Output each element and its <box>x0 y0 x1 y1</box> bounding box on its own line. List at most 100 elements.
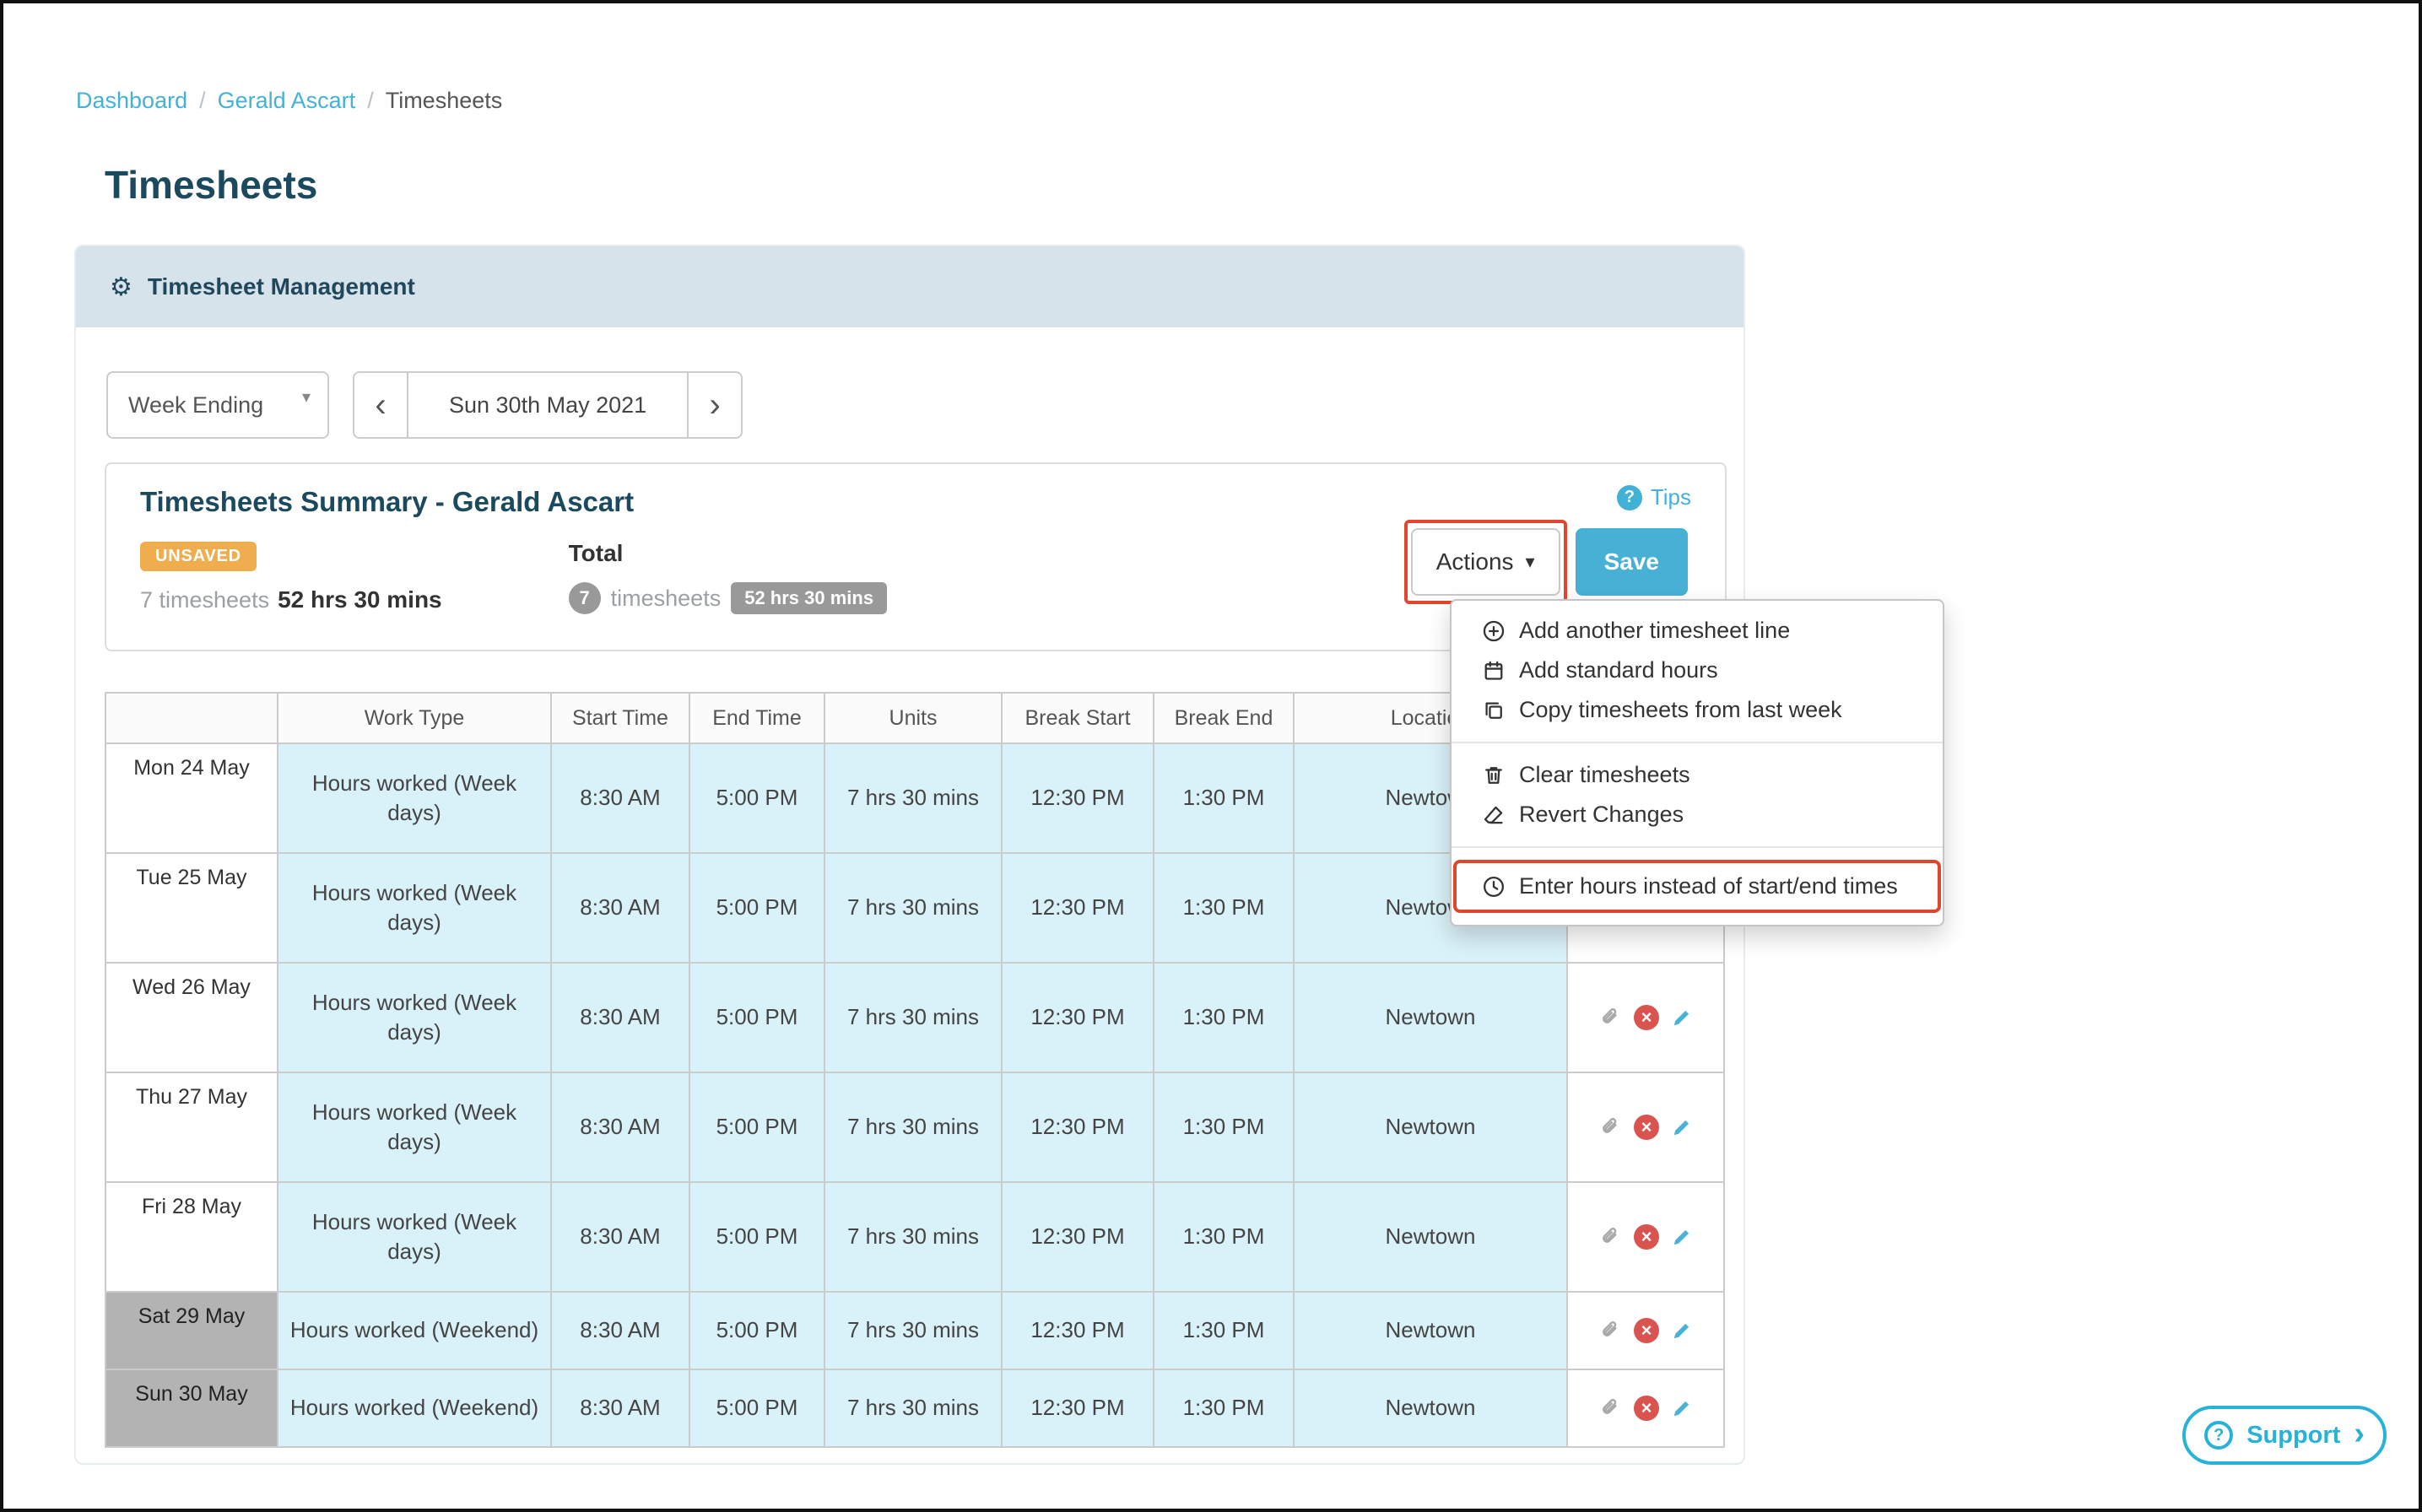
timesheet-cell[interactable]: 7 hrs 30 mins <box>825 1073 1003 1183</box>
timesheet-cell[interactable]: 5:00 PM <box>690 1370 825 1448</box>
timesheet-cell[interactable]: 12:30 PM <box>1003 1370 1154 1448</box>
breadcrumb-separator: / <box>199 88 206 114</box>
timesheet-cell[interactable]: Hours worked (Week days) <box>278 744 552 854</box>
timesheet-cell[interactable]: 5:00 PM <box>690 964 825 1073</box>
breadcrumb-employee-link[interactable]: Gerald Ascart <box>218 88 356 114</box>
timesheet-cell[interactable]: 1:30 PM <box>1154 1370 1295 1448</box>
timesheet-cell[interactable]: 1:30 PM <box>1154 854 1295 964</box>
plus-circle-icon <box>1482 619 1506 643</box>
table-row: Thu 27 MayHours worked (Week days)8:30 A… <box>106 1073 1725 1183</box>
column-header: End Time <box>690 694 825 744</box>
breadcrumb-separator: / <box>367 88 374 114</box>
timesheet-cell[interactable]: 12:30 PM <box>1003 1183 1154 1293</box>
question-circle-icon: ? <box>1617 485 1642 510</box>
timesheet-cell[interactable]: 8:30 AM <box>552 1370 690 1448</box>
panel-header: ⚙ Timesheet Management <box>76 246 1744 327</box>
timesheet-cell[interactable]: 7 hrs 30 mins <box>825 1183 1003 1293</box>
delete-row-icon[interactable]: × <box>1634 1224 1659 1250</box>
actions-button[interactable]: Actions ▾ <box>1411 528 1560 596</box>
timesheet-cell[interactable]: Newtown <box>1295 1073 1568 1183</box>
timesheet-cell[interactable]: 8:30 AM <box>552 1183 690 1293</box>
timesheet-cell[interactable]: Newtown <box>1295 1370 1568 1448</box>
week-ending-date[interactable]: Sun 30th May 2021 <box>407 371 689 439</box>
row-actions-cell: × <box>1568 1293 1725 1370</box>
menu-item[interactable]: Add standard hours <box>1452 651 1943 690</box>
table-row: Fri 28 MayHours worked (Week days)8:30 A… <box>106 1183 1725 1293</box>
edit-pencil-icon[interactable] <box>1671 1397 1693 1419</box>
timesheet-cell[interactable]: Newtown <box>1295 1293 1568 1370</box>
delete-row-icon[interactable]: × <box>1634 1115 1659 1140</box>
total-summary: Total 7 timesheets 52 hrs 30 mins <box>569 537 887 614</box>
menu-item[interactable]: Enter hours instead of start/end times <box>1457 873 1938 899</box>
timesheet-cell[interactable]: 1:30 PM <box>1154 1073 1295 1183</box>
column-header: Start Time <box>552 694 690 744</box>
timesheet-cell[interactable]: Hours worked (Weekend) <box>278 1293 552 1370</box>
timesheet-cell[interactable]: 5:00 PM <box>690 854 825 964</box>
timesheet-cell[interactable]: 8:30 AM <box>552 1293 690 1370</box>
timesheet-cell[interactable]: 1:30 PM <box>1154 964 1295 1073</box>
delete-row-icon[interactable]: × <box>1634 1396 1659 1421</box>
column-header: Work Type <box>278 694 552 744</box>
timesheet-cell[interactable]: 5:00 PM <box>690 744 825 854</box>
timesheet-cell[interactable]: 8:30 AM <box>552 1073 690 1183</box>
copy-icon <box>1482 699 1506 722</box>
save-button[interactable]: Save <box>1576 528 1688 596</box>
table-row: Wed 26 MayHours worked (Week days)8:30 A… <box>106 964 1725 1073</box>
timesheet-cell[interactable]: Newtown <box>1295 964 1568 1073</box>
menu-divider <box>1452 742 1943 743</box>
tips-link[interactable]: ? Tips <box>1617 484 1691 510</box>
timesheet-cell[interactable]: 12:30 PM <box>1003 744 1154 854</box>
timesheet-cell[interactable]: 12:30 PM <box>1003 964 1154 1073</box>
total-count-badge: 7 <box>569 582 601 614</box>
timesheet-cell[interactable]: Hours worked (Weekend) <box>278 1370 552 1448</box>
timesheet-cell[interactable]: 7 hrs 30 mins <box>825 964 1003 1073</box>
timesheet-cell[interactable]: 8:30 AM <box>552 854 690 964</box>
timesheet-cell[interactable]: 8:30 AM <box>552 964 690 1073</box>
timesheet-cell[interactable]: 5:00 PM <box>690 1183 825 1293</box>
next-week-button[interactable]: › <box>689 371 743 439</box>
edit-pencil-icon[interactable] <box>1671 1116 1693 1138</box>
menu-item[interactable]: Add another timesheet line <box>1452 611 1943 651</box>
day-cell: Mon 24 May <box>106 744 278 854</box>
edit-pencil-icon[interactable] <box>1671 1320 1693 1342</box>
timesheet-cell[interactable]: 7 hrs 30 mins <box>825 1370 1003 1448</box>
delete-row-icon[interactable]: × <box>1634 1005 1659 1030</box>
row-actions-cell: × <box>1568 1073 1725 1183</box>
timesheet-cell[interactable]: 1:30 PM <box>1154 1293 1295 1370</box>
week-ending-select[interactable]: Week Ending ▾ <box>106 371 329 439</box>
timesheet-cell[interactable]: 12:30 PM <box>1003 1293 1154 1370</box>
table-row: Sun 30 MayHours worked (Weekend)8:30 AM5… <box>106 1370 1725 1448</box>
timesheet-cell[interactable]: Hours worked (Week days) <box>278 1073 552 1183</box>
timesheet-cell[interactable]: 1:30 PM <box>1154 744 1295 854</box>
calendar-icon <box>1482 659 1506 683</box>
delete-row-icon[interactable]: × <box>1634 1318 1659 1343</box>
menu-item[interactable]: Copy timesheets from last week <box>1452 690 1943 730</box>
menu-item-label: Add another timesheet line <box>1519 618 1790 644</box>
timesheet-cell[interactable]: 7 hrs 30 mins <box>825 854 1003 964</box>
edit-pencil-icon[interactable] <box>1671 1007 1693 1029</box>
timesheet-cell[interactable]: 8:30 AM <box>552 744 690 854</box>
column-header: Break End <box>1154 694 1295 744</box>
previous-week-button[interactable]: ‹ <box>353 371 407 439</box>
timesheet-cell[interactable]: 7 hrs 30 mins <box>825 1293 1003 1370</box>
day-cell: Wed 26 May <box>106 964 278 1073</box>
timesheet-cell[interactable]: Hours worked (Week days) <box>278 964 552 1073</box>
question-circle-icon: ? <box>2204 1421 2233 1450</box>
timesheet-cell[interactable]: Newtown <box>1295 1183 1568 1293</box>
timesheet-cell[interactable]: 12:30 PM <box>1003 854 1154 964</box>
timesheet-cell[interactable]: 5:00 PM <box>690 1293 825 1370</box>
timesheet-cell[interactable]: Hours worked (Week days) <box>278 854 552 964</box>
timesheet-cell[interactable]: 12:30 PM <box>1003 1073 1154 1183</box>
support-button[interactable]: ? Support › <box>2182 1406 2387 1465</box>
edit-pencil-icon[interactable] <box>1671 1226 1693 1248</box>
timesheet-cell[interactable]: 7 hrs 30 mins <box>825 744 1003 854</box>
menu-item[interactable]: Clear timesheets <box>1452 755 1943 795</box>
column-header: Break Start <box>1003 694 1154 744</box>
week-ending-label: Week Ending <box>128 392 263 418</box>
timesheet-cell[interactable]: 5:00 PM <box>690 1073 825 1183</box>
breadcrumb-dashboard-link[interactable]: Dashboard <box>76 88 187 114</box>
timesheet-cell[interactable]: Hours worked (Week days) <box>278 1183 552 1293</box>
timesheet-cell[interactable]: 1:30 PM <box>1154 1183 1295 1293</box>
menu-item[interactable]: Revert Changes <box>1452 795 1943 834</box>
menu-item-label: Enter hours instead of start/end times <box>1519 873 1898 899</box>
